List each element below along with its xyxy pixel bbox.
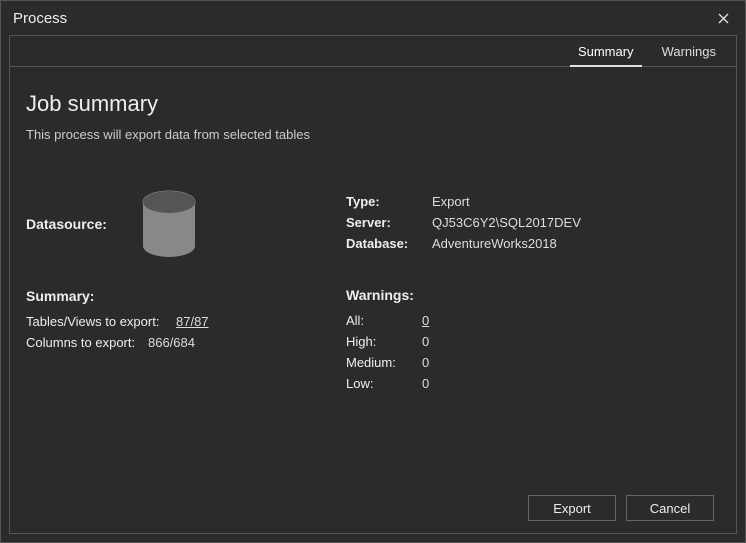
warnings-low-value: 0 — [422, 376, 429, 391]
warnings-medium-row: Medium: 0 — [346, 355, 714, 370]
warnings-medium-value: 0 — [422, 355, 429, 370]
warnings-section-label: Warnings: — [346, 287, 714, 303]
type-row: Type: Export — [346, 194, 714, 209]
right-column: Type: Export Server: QJ53C6Y2\SQL2017DEV… — [346, 188, 714, 397]
window-title: Process — [13, 10, 711, 27]
type-value: Export — [432, 194, 470, 209]
warnings-all-row: All: 0 — [346, 313, 714, 328]
tables-row: Tables/Views to export: 87/87 — [26, 314, 326, 329]
database-value: AdventureWorks2018 — [432, 236, 557, 251]
warnings-all-value-link[interactable]: 0 — [422, 313, 429, 328]
database-icon — [137, 188, 201, 260]
tables-label: Tables/Views to export: — [26, 314, 176, 329]
database-label: Database: — [346, 236, 432, 251]
database-row: Database: AdventureWorks2018 — [346, 236, 714, 251]
dialog-footer: Export Cancel — [26, 483, 714, 521]
columns-row: Columns to export: 866/684 — [26, 335, 326, 350]
cancel-button[interactable]: Cancel — [626, 495, 714, 521]
datasource-row: Datasource: — [26, 188, 326, 260]
details-grid: Datasource: Summary: Tables/Views to exp… — [26, 188, 714, 397]
page-description: This process will export data from selec… — [26, 127, 714, 142]
server-label: Server: — [346, 215, 432, 230]
tab-bar: Summary Warnings — [9, 35, 737, 67]
export-button-label: Export — [553, 501, 591, 516]
warnings-high-label: High: — [346, 334, 422, 349]
tab-warnings-label: Warnings — [662, 44, 716, 59]
titlebar: Process — [1, 1, 745, 35]
summary-section-label: Summary: — [26, 288, 326, 304]
left-column: Datasource: Summary: Tables/Views to exp… — [26, 188, 326, 397]
warnings-all-label: All: — [346, 313, 422, 328]
page-title: Job summary — [26, 91, 714, 117]
warnings-low-label: Low: — [346, 376, 422, 391]
warnings-medium-label: Medium: — [346, 355, 422, 370]
tables-value-link[interactable]: 87/87 — [176, 314, 209, 329]
tab-warnings[interactable]: Warnings — [648, 36, 730, 66]
tab-summary[interactable]: Summary — [564, 36, 648, 66]
content-area: Job summary This process will export dat… — [9, 67, 737, 534]
cancel-button-label: Cancel — [650, 501, 690, 516]
server-value: QJ53C6Y2\SQL2017DEV — [432, 215, 581, 230]
tab-summary-label: Summary — [578, 44, 634, 59]
warnings-low-row: Low: 0 — [346, 376, 714, 391]
columns-value: 866/684 — [148, 335, 195, 350]
warnings-high-value: 0 — [422, 334, 429, 349]
warnings-high-row: High: 0 — [346, 334, 714, 349]
export-button[interactable]: Export — [528, 495, 616, 521]
columns-label: Columns to export: — [26, 335, 148, 350]
process-dialog: Process Summary Warnings Job summary Thi… — [0, 0, 746, 543]
server-row: Server: QJ53C6Y2\SQL2017DEV — [346, 215, 714, 230]
type-label: Type: — [346, 194, 432, 209]
datasource-label: Datasource: — [26, 216, 107, 232]
close-icon[interactable] — [711, 6, 735, 30]
